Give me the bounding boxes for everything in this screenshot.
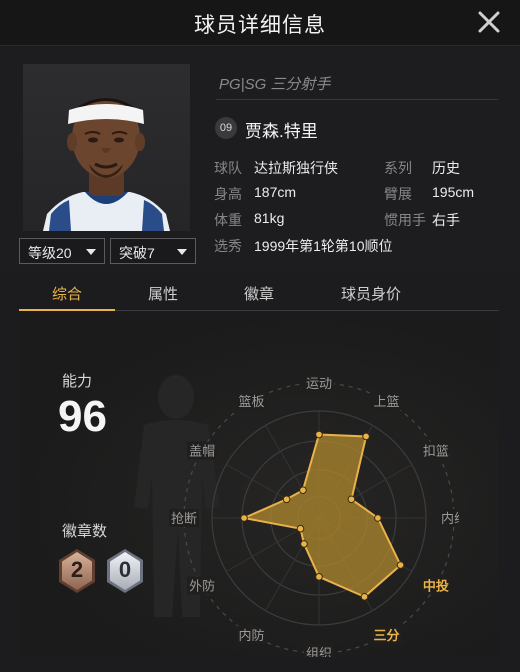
dialog-title: 球员详细信息 [194,14,326,37]
radar-axis-label: 组织 [306,646,332,657]
radar-point [299,486,307,495]
player-card: 等级20 突破7 PG|SG 三分射手 09 贾森.特里 球队 达拉斯独行侠 系… [0,47,520,273]
info-weight: 体重 81kg [214,210,284,230]
radar-axis-label: 运动 [306,376,332,391]
radar-point [360,592,369,601]
tab-bar: 综合 属性 徽章 球员身价 [19,276,499,311]
radar-point [240,514,248,522]
tab-badges[interactable]: 徽章 [211,283,307,304]
radar-point [315,573,323,581]
radar-point [362,432,370,441]
info-key: 身高 [214,186,242,202]
bronze-badge-count: 2 [57,548,97,594]
breakthrough-select[interactable]: 突破7 [110,238,196,264]
active-tab-indicator [19,309,115,311]
dialog-header: 球员详细信息 [0,0,520,46]
player-portrait [23,64,190,231]
info-value: 右手 [432,212,460,228]
ability-radar-chart: 运动上篮扣篮内线中投三分组织 内防 外防 抢断 盖帽 篮板 [169,374,459,657]
caret-down-icon [177,249,187,255]
radar-axis-label: 盖帽 [189,444,215,459]
radar-axis-label: 中投 [423,579,449,594]
overview-panel: 能力 96 徽章数 2 0 运动 上篮 扣篮 内 中投 三分 组织 内防 外防 … [19,312,499,657]
info-key: 体重 [214,212,242,228]
radar-axis-label: 内防 [238,628,264,643]
radar-point [282,495,291,504]
info-value: 达拉斯独行侠 [254,160,338,176]
radar-axis-label: 内线 [441,511,459,526]
level-select-value: 等级20 [28,245,72,261]
breakthrough-select-value: 突破7 [119,245,155,261]
info-value: 81kg [254,210,285,226]
radar-axis-label: 扣篮 [423,444,449,459]
info-hand: 惯用手 右手 [384,210,460,230]
divider [216,99,498,100]
ability-value: 96 [58,392,107,441]
radar-point [315,430,323,439]
info-key: 球队 [214,160,242,176]
tab-attributes[interactable]: 属性 [115,283,211,304]
player-name: 贾森.特里 [245,122,318,141]
info-series: 系列 历史 [384,158,460,178]
info-key: 臂展 [384,186,412,202]
radar-axis-label: 上篮 [373,394,399,409]
bronze-badge-value: 2 [70,557,84,582]
info-value: 195cm [432,184,475,200]
tab-overview[interactable]: 综合 [19,283,115,304]
ability-label: 能力 [62,373,93,390]
radar-axis-label: 抢断 [171,511,197,526]
radar-point [300,540,308,548]
player-position: PG|SG 三分射手 [219,76,331,93]
caret-down-icon [86,249,96,255]
info-key: 选秀 [214,238,242,254]
info-draft: 选秀 1999年第1轮第10顺位 [214,236,393,256]
info-value: 187cm [254,184,297,200]
info-key: 惯用手 [384,212,426,228]
close-icon[interactable] [476,9,502,35]
info-key: 系列 [384,160,412,176]
radar-axis-label: 三分 [373,628,399,643]
info-value: 1999年第1轮第10顺位 [254,238,393,254]
radar-point [396,561,405,569]
radar-point [296,524,305,533]
jersey-number-badge: 09 [215,117,237,139]
info-wingspan: 臂展 195cm [384,184,474,204]
info-team: 球队 达拉斯独行侠 [214,158,338,178]
tab-player-value[interactable]: 球员身价 [307,283,435,304]
radar-axis-label: 外防 [189,579,215,594]
info-value: 历史 [432,160,460,176]
info-height: 身高 187cm [214,184,296,204]
radar-point [347,495,356,504]
radar-point [374,514,382,522]
badge-count-label: 徽章数 [62,523,108,540]
level-select[interactable]: 等级20 [19,238,105,264]
radar-axis-label: 篮板 [238,394,264,409]
